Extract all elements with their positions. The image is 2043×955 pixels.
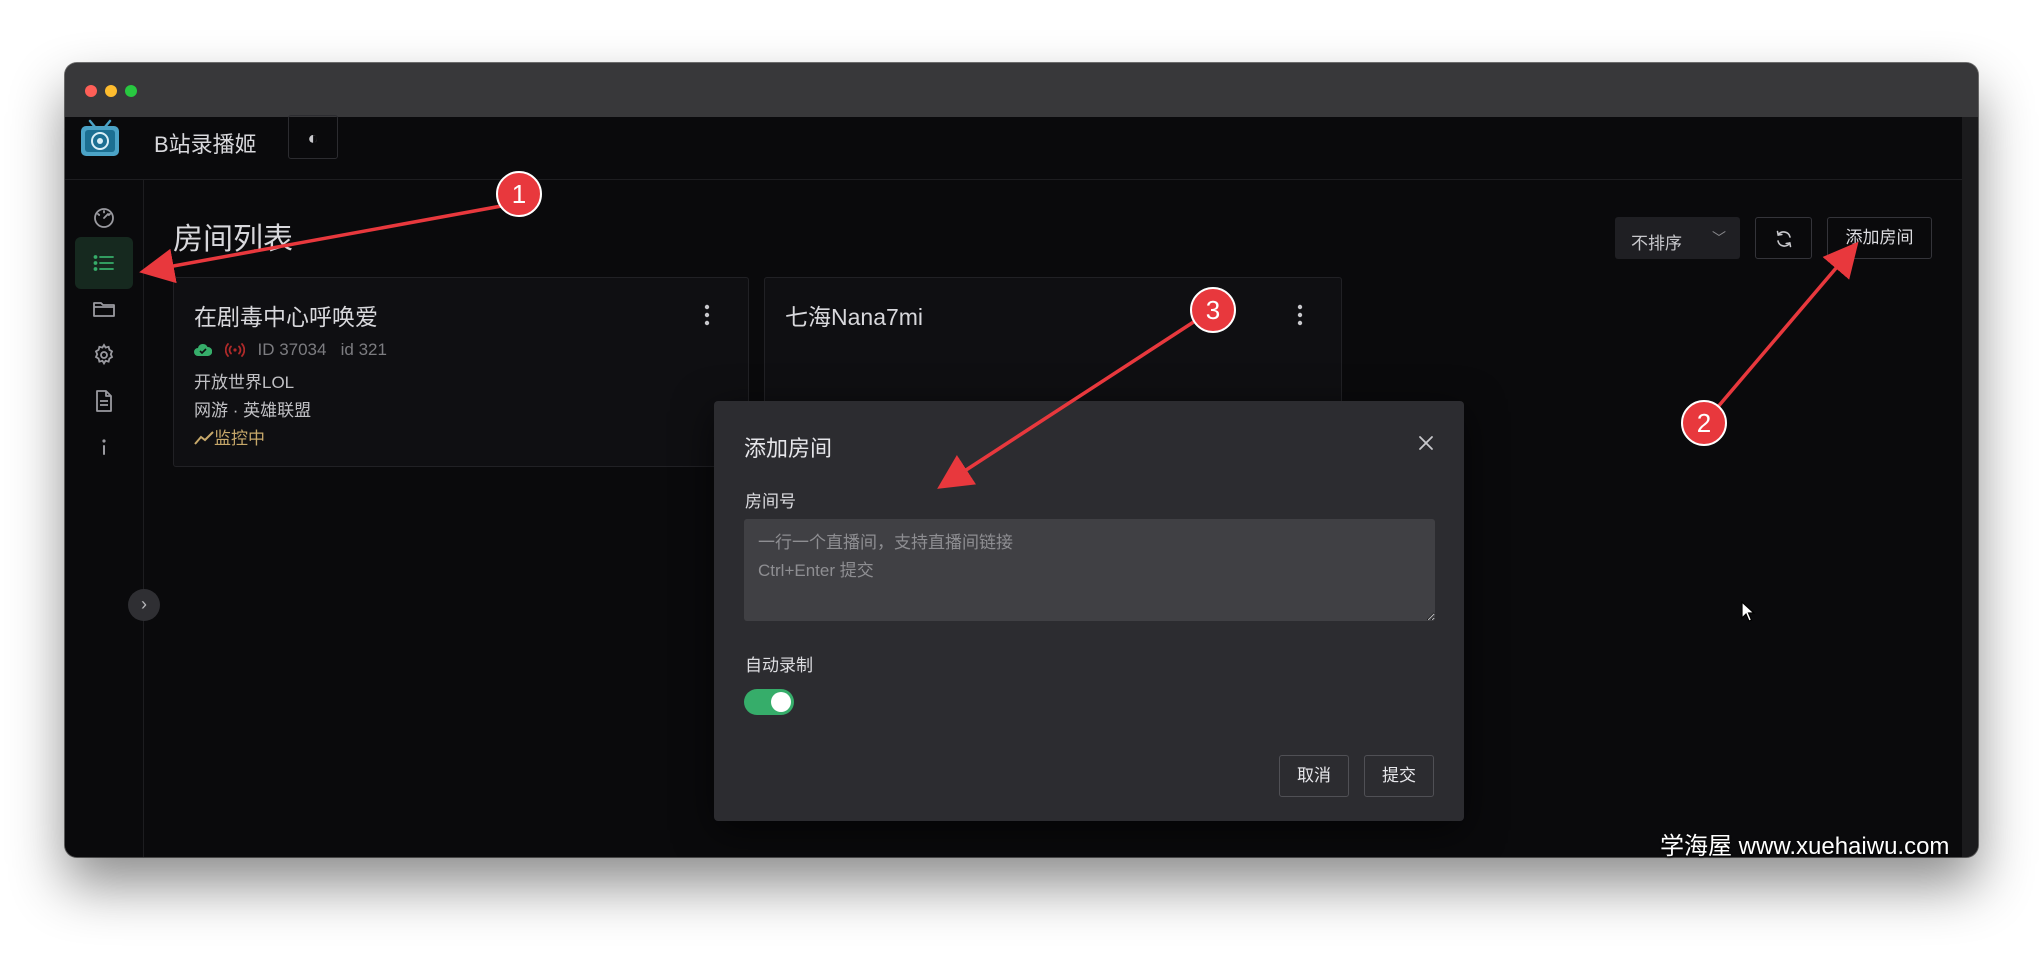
sidebar-item-logs[interactable] xyxy=(75,375,133,427)
sidebar-item-about[interactable] xyxy=(75,421,133,473)
room-number-input[interactable] xyxy=(744,519,1435,621)
list-icon xyxy=(93,255,114,271)
trend-line-icon xyxy=(194,431,214,445)
submit-button[interactable]: 提交 xyxy=(1364,755,1434,797)
room-id: ID 37034 xyxy=(257,340,327,359)
room-card[interactable]: 在剧毒中心呼唤爱 ID 37034 id 321 开放世界LOL 网游 · 英雄… xyxy=(173,277,749,467)
chevron-down-icon: ﹀ xyxy=(1712,230,1726,246)
close-icon[interactable] xyxy=(1418,435,1434,451)
sort-select-value: 不排序 xyxy=(1631,234,1682,253)
refresh-icon xyxy=(1776,230,1792,248)
minimize-window-button[interactable] xyxy=(105,85,117,97)
sidebar-item-settings[interactable] xyxy=(75,329,133,381)
watermark-cn: 学海屋 xyxy=(1660,832,1732,860)
mouse-cursor-icon xyxy=(1741,601,1755,622)
room-streamer-name: 在剧毒中心呼唤爱 xyxy=(194,304,378,330)
auto-record-label: 自动录制 xyxy=(745,656,813,675)
gear-icon xyxy=(94,343,114,366)
cloud-record-icon xyxy=(194,343,212,356)
app-window: B站录播姬 ◐ › 房间列表 不排序 ﹀ 添加房间 在剧毒中心呼唤爱 ID 37… xyxy=(65,63,1978,857)
folder-icon xyxy=(93,302,115,317)
document-icon xyxy=(96,390,112,412)
room-monitor-status: 监控中 xyxy=(194,424,265,449)
sidebar: › xyxy=(65,179,160,857)
info-icon xyxy=(102,439,106,455)
cancel-button[interactable]: 取消 xyxy=(1279,755,1349,797)
watermark-url: www.xuehaiwu.com xyxy=(1738,833,1950,860)
room-meta: ID 37034 id 321 xyxy=(194,340,387,360)
room-short-id: id 321 xyxy=(340,340,387,359)
room-live-title: 开放世界LOL xyxy=(194,373,295,392)
sidebar-item-files[interactable] xyxy=(75,283,133,335)
window-titlebar xyxy=(65,63,1978,117)
toggle-knob xyxy=(771,692,791,712)
watermark: 学海屋 www.xuehaiwu.com xyxy=(1660,826,1949,861)
window-scrollbar[interactable] xyxy=(1962,117,1978,857)
app-title: B站录播姬 xyxy=(154,132,257,157)
close-window-button[interactable] xyxy=(85,85,97,97)
maximize-window-button[interactable] xyxy=(125,85,137,97)
add-room-dialog: 添加房间 房间号 自动录制 取消 提交 xyxy=(714,401,1464,821)
auto-record-toggle[interactable] xyxy=(744,689,794,715)
dialog-title: 添加房间 xyxy=(744,436,833,461)
tv-logo-icon[interactable] xyxy=(80,119,120,159)
room-category: 网游 · 英雄联盟 xyxy=(194,401,312,420)
more-vertical-icon[interactable] xyxy=(704,304,710,326)
sidebar-item-dashboard[interactable] xyxy=(75,191,133,243)
theme-toggle-button[interactable]: ◐ xyxy=(288,115,338,159)
broadcast-icon xyxy=(224,343,245,357)
sort-select[interactable]: 不排序 ﹀ xyxy=(1615,217,1740,259)
add-room-button[interactable]: 添加房间 xyxy=(1827,217,1932,259)
room-status-text: 监控中 xyxy=(214,429,265,448)
sidebar-item-room-list[interactable] xyxy=(75,237,133,289)
room-streamer-name: 七海Nana7mi xyxy=(785,304,924,330)
speedometer-icon xyxy=(94,208,114,228)
app-header: B站录播姬 ◐ xyxy=(65,115,1962,180)
more-vertical-icon[interactable] xyxy=(1297,304,1303,326)
page-title: 房间列表 xyxy=(173,223,293,256)
refresh-button[interactable] xyxy=(1755,217,1812,259)
room-number-label: 房间号 xyxy=(745,492,796,511)
sidebar-collapse-button[interactable]: › xyxy=(128,589,160,621)
